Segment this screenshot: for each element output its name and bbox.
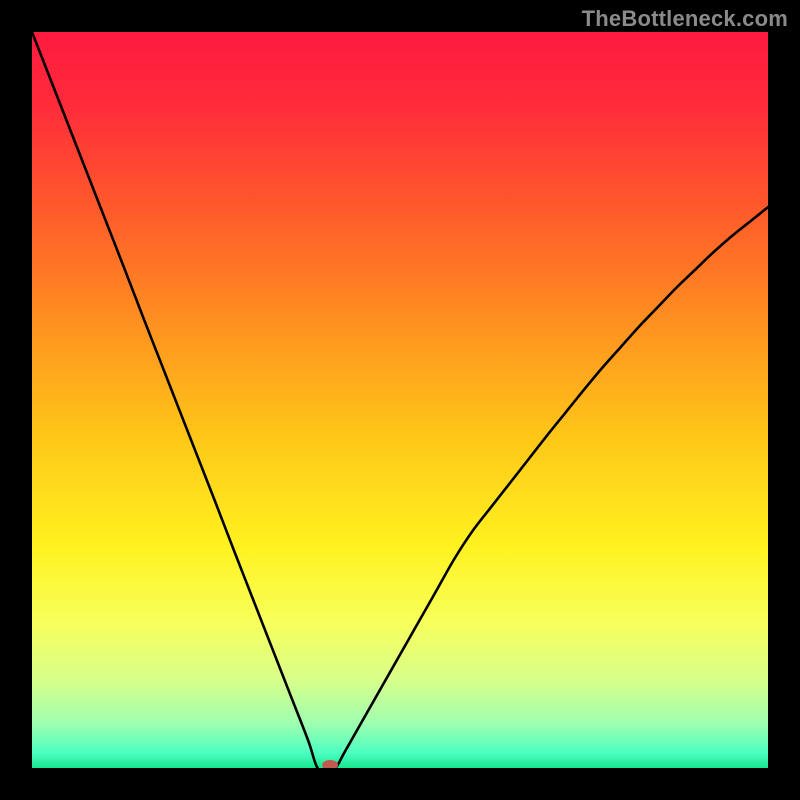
plot-area (32, 32, 768, 768)
gradient-background (32, 32, 768, 768)
chart-svg (32, 32, 768, 768)
watermark-text: TheBottleneck.com (582, 6, 788, 32)
chart-frame: TheBottleneck.com (0, 0, 800, 800)
